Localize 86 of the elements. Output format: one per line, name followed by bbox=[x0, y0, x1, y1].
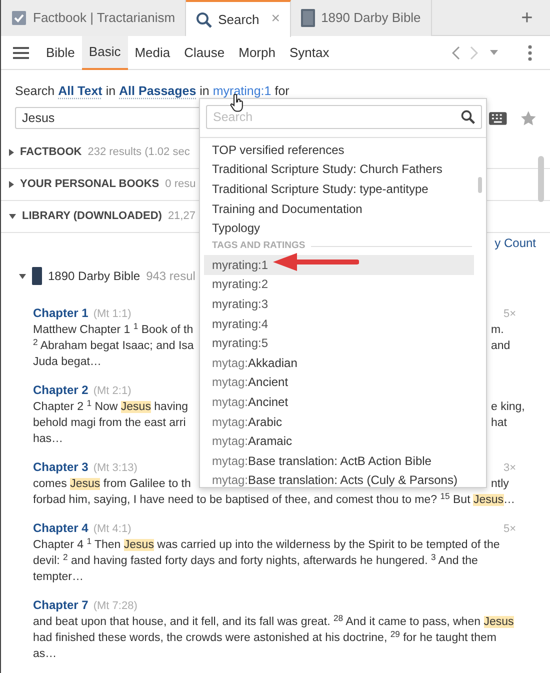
filter-link[interactable]: myrating:1 bbox=[212, 84, 272, 98]
result-text: Chapter 2 $^{1}$ Now Jesus having bbox=[33, 399, 190, 415]
result-text: has… bbox=[33, 432, 64, 447]
result-summary: 21,27 bbox=[168, 209, 196, 224]
dropdown-item[interactable]: mytag:Base translation: Acts (Culy & Parsons) bbox=[204, 470, 474, 490]
tag-filter-field[interactable]: Search bbox=[206, 105, 482, 129]
more-icon bbox=[528, 44, 532, 60]
dropdown-item[interactable]: myrating:3 bbox=[204, 294, 474, 314]
expand-triangle-icon bbox=[9, 181, 14, 188]
result-summary: 232 results (1.02 sec bbox=[88, 145, 190, 160]
reference: (Mt 4:1) bbox=[93, 522, 132, 537]
search-icon bbox=[461, 110, 475, 124]
hit-count: 5× bbox=[503, 307, 516, 322]
section-title: FACTBOOK bbox=[20, 145, 82, 160]
dropdown-item[interactable]: mytag:Arabic bbox=[204, 412, 474, 432]
result-text: Chapter 4 $^{1}$ Then Jesus was carried up into the wilderness by the Spirit to be tempted of the devil: $^{2}$ and having fasted forty days and forty nights, afterwards he hungered. $^{3}$ And the tempter… bbox=[33, 537, 501, 585]
keyboard-icon bbox=[489, 112, 508, 124]
result-text: hat bbox=[491, 417, 507, 429]
book-title: 1890 Darby Bible bbox=[48, 268, 140, 285]
reference: (Mt 1:1) bbox=[93, 307, 132, 322]
result-text: forbad him, saying, I have need to be baptised of thee, and comest thou to me? $^{15}$ But Jesus… bbox=[33, 492, 516, 508]
tab[interactable]: Factbook | Tractarianism bbox=[1, 0, 186, 36]
dropdown-item[interactable]: mytag:Aramaic bbox=[204, 431, 474, 451]
search-type-tab[interactable]: Bible bbox=[39, 36, 82, 70]
collapse-triangle-icon bbox=[9, 214, 16, 219]
tab[interactable]: 1890 Darby Bible bbox=[291, 0, 432, 36]
scrollbar[interactable] bbox=[538, 156, 544, 202]
dropdown-item[interactable]: TOP versified references bbox=[204, 140, 474, 160]
sort-link[interactable]: y Count bbox=[494, 234, 536, 252]
search-icon bbox=[196, 12, 212, 28]
dropdown-item[interactable]: myrating:4 bbox=[204, 314, 474, 334]
star-icon bbox=[521, 110, 536, 126]
menu-icon bbox=[13, 46, 29, 60]
chapter-link[interactable]: Chapter 4 bbox=[33, 520, 88, 536]
result-text: comes Jesus from Galilee to th bbox=[33, 477, 192, 492]
result-text: Matthew Chapter 1 $^{1}$ Book of th bbox=[33, 322, 194, 338]
dropdown-item[interactable]: Typology bbox=[204, 218, 474, 238]
book-icon bbox=[301, 9, 316, 27]
chapter-link[interactable]: Chapter 3 bbox=[33, 459, 88, 475]
chapter-link[interactable]: Chapter 1 bbox=[33, 305, 88, 321]
result-text: and beat upon that house, and it fell, and its fall was great. $^{28}$ And it came to pass, when Jesus had finished these words, the crowds were astonished at his doctrine, $^{29}$ for he taught them as… bbox=[33, 614, 515, 662]
reference: (Mt 3:13) bbox=[93, 461, 138, 476]
collapse-triangle-icon bbox=[19, 274, 26, 278]
search-type-tab[interactable]: Clause bbox=[177, 36, 232, 70]
tab[interactable]: Search × bbox=[186, 0, 292, 37]
result-text: $^{2}$ Abraham begat Isaac; and Isa bbox=[33, 338, 195, 354]
result-text: Juda begat… bbox=[33, 355, 102, 370]
hit-count: 3× bbox=[503, 461, 516, 476]
chapter-link[interactable]: Chapter 7 bbox=[33, 597, 88, 613]
group-header: TAGS AND RATINGS bbox=[212, 239, 306, 254]
chapter-link[interactable]: Chapter 2 bbox=[33, 382, 88, 398]
dropdown-item[interactable]: mytag:Akkadian bbox=[204, 352, 474, 373]
back-icon bbox=[452, 46, 460, 60]
dropdown-item[interactable]: Traditional Scripture Study: type-antitype bbox=[204, 179, 474, 199]
search-option-link[interactable]: All Text bbox=[58, 84, 102, 98]
result-text: ntly bbox=[491, 478, 509, 490]
reference: (Mt 7:28) bbox=[93, 599, 138, 614]
result-summary: 0 resu bbox=[165, 177, 196, 192]
dropdown-item[interactable]: myrating:1 bbox=[204, 254, 474, 275]
checked-book-icon bbox=[11, 10, 27, 26]
section-title: LIBRARY (DOWNLOADED) bbox=[22, 209, 162, 224]
expand-triangle-icon bbox=[9, 149, 14, 156]
dropdown-item[interactable]: myrating:2 bbox=[204, 274, 474, 294]
dropdown-item[interactable]: Training and Documentation bbox=[204, 198, 474, 218]
result-text: m. bbox=[491, 324, 504, 336]
search-option-link[interactable]: All Passages bbox=[119, 84, 196, 98]
book-icon bbox=[32, 267, 42, 285]
scrollbar[interactable] bbox=[478, 177, 482, 193]
dropdown-item[interactable]: mytag:Ancinet bbox=[204, 392, 474, 412]
result-text: e king, bbox=[491, 401, 525, 413]
search-type-tab[interactable]: Basic bbox=[82, 36, 128, 70]
result-text: behold magi from the east arri bbox=[33, 416, 187, 431]
section-title: YOUR PERSONAL BOOKS bbox=[20, 177, 160, 192]
caret-icon bbox=[490, 50, 498, 55]
result-summary: 943 resul bbox=[146, 268, 196, 285]
reference: (Mt 2:1) bbox=[93, 384, 132, 399]
dropdown-item[interactable]: mytag:Ancient bbox=[204, 372, 474, 392]
hit-count: 5× bbox=[503, 522, 516, 537]
result-text: and bbox=[491, 340, 510, 352]
search-prompt: Search All Text in All Passages in myrating:1 for bbox=[15, 83, 290, 100]
search-type-tab[interactable]: Morph bbox=[232, 36, 282, 70]
search-type-tab[interactable]: Syntax bbox=[282, 36, 336, 70]
dropdown-item[interactable]: myrating:5 bbox=[204, 333, 474, 353]
forward-icon bbox=[470, 46, 478, 60]
search-type-tab[interactable]: Media bbox=[128, 36, 178, 70]
dropdown-item[interactable]: mytag:Base translation: ActB Action Bible bbox=[204, 450, 474, 470]
